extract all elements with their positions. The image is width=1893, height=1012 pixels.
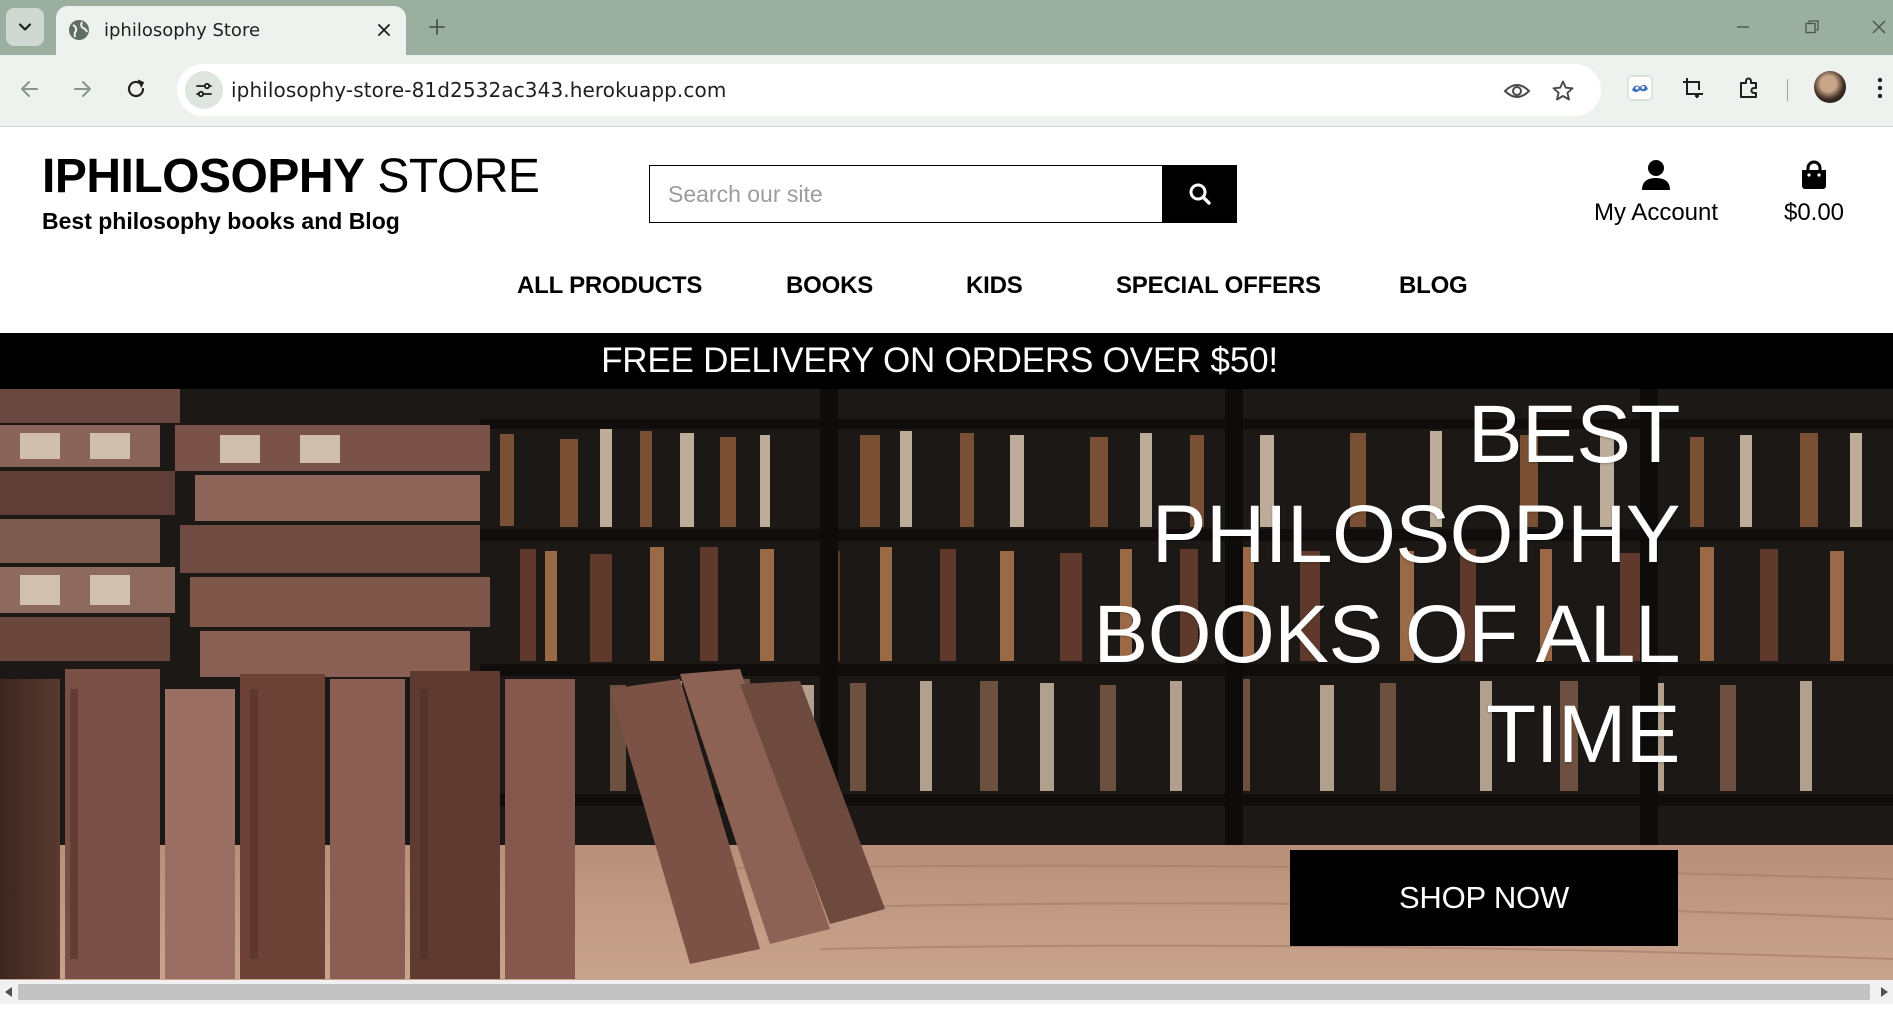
user-icon [1642,160,1670,190]
site-info-button[interactable] [185,71,223,109]
toolbar-divider [1787,79,1788,101]
shopping-bag-icon [1802,160,1826,189]
tab-title: iphilosophy Store [104,20,261,41]
privacy-button[interactable] [1502,76,1532,106]
address-bar[interactable]: iphilosophy-store-81d2532ac343.herokuapp… [177,64,1601,116]
bookmark-button[interactable] [1548,76,1578,106]
nav-blog[interactable]: BLOG [1399,272,1468,300]
tab-close-button[interactable] [372,18,396,42]
restore-button[interactable] [1797,12,1827,42]
url-text[interactable]: iphilosophy-store-81d2532ac343.herokuapp… [231,78,726,102]
hero-banner: BEST PHILOSOPHY BOOKS OF ALL TIME SHOP N… [0,389,1893,980]
brand-name-bold: IPHILOSOPHY [42,150,365,203]
browser-menu-button[interactable] [1870,71,1890,105]
reload-icon [127,79,145,98]
shop-now-button[interactable]: SHOP NOW [1290,850,1678,946]
scroll-right-arrow[interactable] [1878,986,1890,998]
hero-headline: BEST PHILOSOPHY BOOKS OF ALL TIME [1093,389,1681,780]
brand[interactable]: IPHILOSOPHY STORE Best philosophy books … [42,150,540,235]
promo-text: FREE DELIVERY ON ORDERS OVER $50! [601,341,1278,380]
cart-total: $0.00 [1783,199,1845,226]
browser-toolbar: iphilosophy-store-81d2532ac343.herokuapp… [0,55,1893,127]
website: IPHILOSOPHY STORE Best philosophy books … [0,127,1893,1012]
tune-icon [196,82,212,98]
minimize-button[interactable] [1728,12,1758,42]
nav-books[interactable]: BOOKS [786,272,873,300]
brand-tagline: Best philosophy books and Blog [42,208,400,234]
screenshot-button[interactable] [1676,71,1710,105]
close-icon [378,24,390,36]
arrow-left-icon [21,81,38,97]
cart-link[interactable]: $0.00 [1776,157,1852,227]
nav-all-products[interactable]: ALL PRODUCTS [517,272,702,300]
extension-logo-icon [1627,75,1653,101]
back-button[interactable] [10,69,50,109]
scrollbar-thumb[interactable] [18,984,1870,1000]
arrow-right-icon [74,81,91,97]
tab-search-button[interactable] [6,8,44,46]
plus-icon [429,19,445,35]
eye-icon [1503,84,1531,98]
triangle-right-icon [1881,987,1888,997]
search-icon [1189,183,1211,205]
extensions-menu-button[interactable] [1732,71,1766,105]
screenshot-icon [1683,78,1703,98]
site-search [649,165,1237,223]
my-account-label: My Account [1593,199,1719,226]
profile-avatar[interactable] [1814,71,1846,103]
minimize-icon [1737,26,1749,28]
extension-button[interactable] [1623,71,1657,105]
main-navigation: ALL PRODUCTS BOOKS KIDS SPECIAL OFFERS B… [0,272,1893,312]
nav-special-offers[interactable]: SPECIAL OFFERS [1116,272,1321,300]
triangle-left-icon [5,987,12,997]
reload-button[interactable] [116,69,156,109]
my-account-link[interactable]: My Account [1591,157,1721,227]
puzzle-icon [1740,77,1757,98]
promo-banner: FREE DELIVERY ON ORDERS OVER $50! [0,333,1893,389]
forward-button[interactable] [62,69,102,109]
new-tab-button[interactable] [422,12,452,42]
more-vertical-icon [1877,77,1883,99]
chevron-down-icon [18,23,32,31]
brand-logo[interactable]: IPHILOSOPHY STORE [42,150,540,203]
horizontal-scrollbar[interactable] [0,980,1893,1004]
star-icon [1552,80,1574,101]
brand-name-light: STORE [377,150,540,203]
search-button[interactable] [1162,165,1237,223]
close-window-button[interactable] [1864,12,1893,42]
close-icon [1872,20,1886,34]
search-input[interactable] [649,165,1164,223]
nav-kids[interactable]: KIDS [966,272,1023,300]
restore-icon [1805,20,1819,34]
scroll-left-arrow[interactable] [3,986,15,998]
globe-icon [69,20,89,40]
browser-tab-bar: iphilosophy Store [0,0,1893,55]
browser-tab-active[interactable]: iphilosophy Store [56,6,406,55]
